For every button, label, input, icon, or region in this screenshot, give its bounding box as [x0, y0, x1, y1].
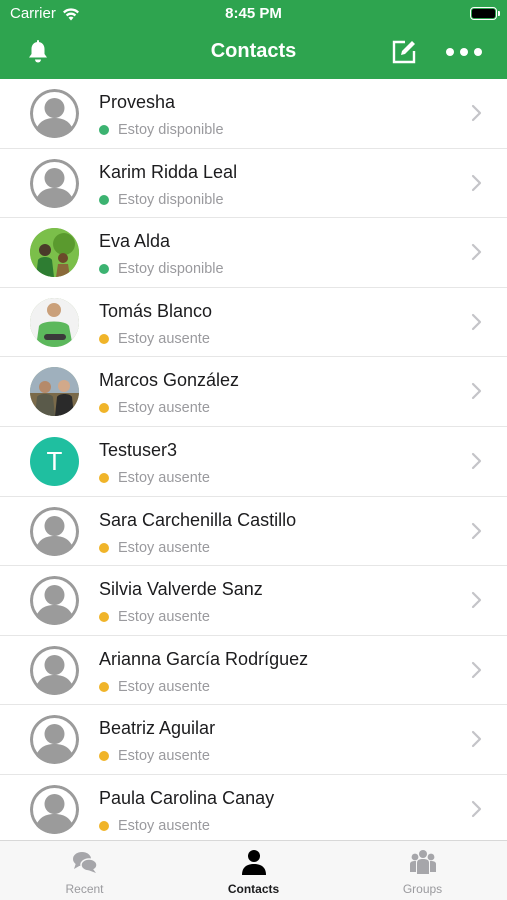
more-options-button[interactable] — [442, 36, 486, 68]
contact-name: Silvia Valverde Sanz — [99, 579, 263, 600]
contact-row[interactable]: T Testuser3 Estoy ausente — [0, 427, 507, 497]
chevron-right-icon — [471, 383, 482, 400]
page-title: Contacts — [210, 40, 297, 62]
status-text: Estoy ausente — [118, 609, 210, 626]
contact-name: Eva Alda — [99, 231, 171, 252]
presence-dot-icon — [99, 264, 109, 275]
contact-name: Karim Ridda Leal — [99, 161, 238, 182]
contact-row[interactable]: Eva Alda Estoy disponible — [0, 218, 507, 288]
chevron-right-icon — [471, 731, 482, 748]
status-text: Estoy ausente — [118, 539, 210, 556]
tab-recent-label: Recent — [65, 882, 104, 896]
default-avatar-icon — [30, 645, 79, 695]
status-text: Estoy ausente — [118, 748, 210, 765]
presence-dot-icon — [99, 751, 109, 762]
compose-icon — [392, 40, 416, 64]
compose-button[interactable] — [388, 36, 420, 68]
default-avatar-icon — [30, 784, 79, 834]
contact-name: Provesha — [99, 92, 176, 112]
default-avatar-icon — [30, 576, 79, 626]
tab-bar: Recent Contacts Groups — [0, 840, 507, 900]
presence-dot-icon — [99, 542, 109, 553]
contact-status: Estoy ausente — [99, 679, 210, 695]
battery-icon — [470, 7, 500, 20]
contact-name: Arianna García Rodríguez — [99, 648, 309, 669]
tab-contacts-label: Contacts — [227, 882, 280, 896]
nav-bar: Contacts — [0, 26, 507, 79]
chevron-right-icon — [471, 244, 482, 261]
presence-dot-icon — [99, 820, 109, 831]
contact-status: Estoy ausente — [99, 470, 210, 486]
chevron-right-icon — [471, 452, 482, 470]
presence-dot-icon — [99, 403, 109, 414]
group-icon — [409, 850, 436, 874]
default-avatar-icon — [30, 506, 79, 556]
contact-row[interactable]: Marcos González Estoy ausente — [0, 357, 507, 427]
status-text: Estoy disponible — [118, 261, 224, 278]
default-avatar-icon — [30, 715, 79, 765]
contact-status: Estoy ausente — [99, 400, 210, 416]
status-text: Estoy ausente — [118, 330, 210, 347]
more-icon — [446, 48, 482, 56]
contact-row[interactable]: Paula Carolina Canay Estoy ausente — [0, 775, 507, 840]
status-text: Estoy disponible — [118, 191, 224, 208]
presence-dot-icon — [99, 333, 109, 344]
contact-status: Estoy ausente — [99, 818, 210, 834]
contact-name: Testuser3 — [99, 439, 178, 460]
tab-groups[interactable]: Groups — [338, 841, 507, 900]
chevron-right-icon — [471, 592, 482, 609]
contact-status: Estoy ausente — [99, 540, 210, 556]
status-text: Estoy ausente — [118, 400, 210, 417]
avatar-photo — [30, 297, 79, 347]
contact-row[interactable]: Karim Ridda Leal Estoy disponible — [0, 149, 507, 219]
chevron-right-icon — [471, 313, 482, 330]
presence-dot-icon — [99, 125, 109, 135]
contact-name: Beatriz Aguilar — [99, 718, 216, 739]
avatar-photo — [30, 228, 79, 278]
status-time: 8:45 PM — [225, 5, 282, 22]
avatar-initial: T — [30, 436, 79, 486]
default-avatar-icon — [30, 158, 79, 208]
chevron-right-icon — [471, 800, 482, 818]
tab-contacts[interactable]: Contacts — [169, 841, 338, 900]
chevron-right-icon — [471, 104, 482, 122]
presence-dot-icon — [99, 681, 109, 692]
status-text: Estoy ausente — [118, 469, 210, 486]
contact-status: Estoy disponible — [99, 192, 224, 208]
contact-row[interactable]: Sara Carchenilla Castillo Estoy ausente — [0, 497, 507, 567]
person-icon — [241, 850, 266, 875]
contact-name: Marcos González — [99, 370, 240, 391]
presence-dot-icon — [99, 194, 109, 205]
tab-recent[interactable]: Recent — [0, 841, 169, 900]
presence-dot-icon — [99, 472, 109, 483]
contact-status: Estoy disponible — [99, 122, 224, 138]
chat-bubbles-icon — [72, 852, 98, 873]
avatar-photo — [30, 367, 79, 417]
status-bar: Carrier 8:45 PM — [0, 0, 507, 26]
contact-row[interactable]: Tomás Blanco Estoy ausente — [0, 288, 507, 358]
chevron-right-icon — [471, 661, 482, 678]
contact-status: Estoy ausente — [99, 748, 210, 764]
contact-status: Estoy disponible — [99, 261, 224, 277]
status-text: Estoy ausente — [118, 817, 210, 834]
contact-row[interactable]: Arianna García Rodríguez Estoy ausente — [0, 636, 507, 706]
chevron-right-icon — [471, 174, 482, 191]
contact-name: Tomás Blanco — [99, 300, 213, 321]
contact-name: Paula Carolina Canay — [99, 787, 275, 808]
status-text: Estoy disponible — [118, 122, 224, 138]
contact-row[interactable]: Silvia Valverde Sanz Estoy ausente — [0, 566, 507, 636]
chevron-right-icon — [471, 522, 482, 539]
contact-row[interactable]: Beatriz Aguilar Estoy ausente — [0, 705, 507, 775]
contact-name: Sara Carchenilla Castillo — [99, 509, 297, 530]
contact-status: Estoy ausente — [99, 609, 210, 625]
presence-dot-icon — [99, 612, 109, 623]
tab-groups-label: Groups — [402, 882, 443, 896]
contact-list[interactable]: Provesha Estoy disponible Karim Ridda Leal… — [0, 79, 507, 840]
status-text: Estoy ausente — [118, 678, 210, 695]
default-avatar-icon — [30, 89, 79, 138]
contact-status: Estoy ausente — [99, 331, 210, 347]
contact-row[interactable]: Provesha Estoy disponible — [0, 79, 507, 149]
